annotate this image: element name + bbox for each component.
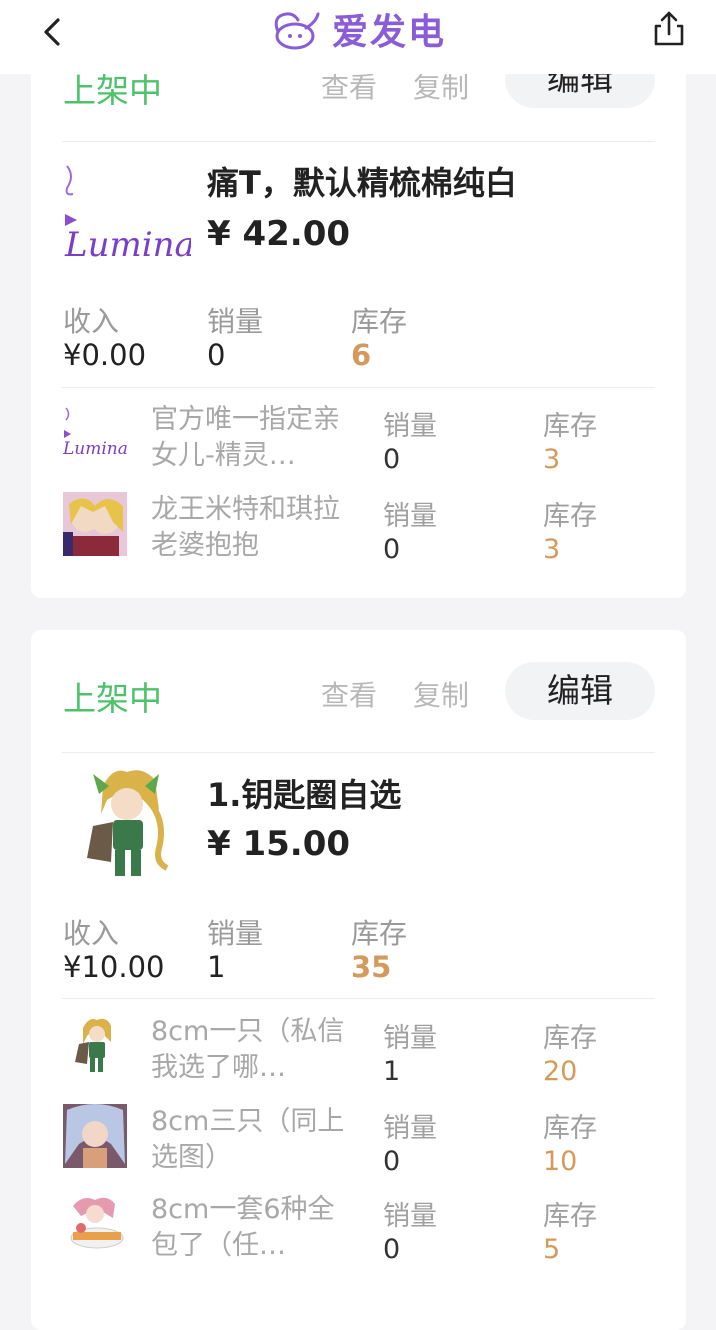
variant-thumbnail — [63, 1192, 127, 1256]
variant-stock-value: 3 — [543, 444, 561, 475]
variant-thumbnail — [63, 1014, 127, 1078]
variant-sales-label: 销量 — [383, 1023, 437, 1054]
variant-stock-label: 库存 — [543, 1023, 597, 1054]
variant-name: 龙王米特和琪拉老婆抱抱 — [151, 494, 340, 561]
variant-sales-value: 0 — [383, 1146, 401, 1177]
brand-logo: 爱发电 — [268, 6, 447, 53]
variant-sales-value: 0 — [383, 534, 401, 565]
variant-stock-label: 库存 — [543, 1113, 597, 1144]
sales-label: 销量 — [207, 305, 264, 338]
variant-sales-label: 销量 — [383, 1201, 437, 1232]
divider — [62, 387, 655, 388]
variant-sales-value: 1 — [383, 1056, 401, 1087]
income-value: ¥10.00 — [63, 950, 165, 984]
variant-sales-label: 销量 — [383, 411, 437, 442]
edit-button[interactable]: 编辑 — [505, 662, 655, 720]
brand-mascot-icon — [274, 12, 320, 50]
variant-stock-label: 库存 — [543, 501, 597, 532]
stock-label: 库存 — [351, 917, 408, 950]
variant-stock-label: 库存 — [543, 411, 597, 442]
stock-value: 6 — [351, 338, 372, 372]
variant-sales-label: 销量 — [383, 1113, 437, 1144]
brand-name: 爱发电 — [332, 12, 447, 53]
variant-stock-value: 10 — [543, 1146, 578, 1177]
variant-stock-value: 5 — [543, 1234, 561, 1265]
product-card: 上架中 查看 复制 编辑 1.钥匙圈自选 ¥ 15.00 收入 销量 库存 ¥1… — [31, 630, 686, 1330]
svg-text:Lumina: Lumina — [63, 439, 127, 459]
product-thumbnail-logo: Lumina — [64, 225, 191, 265]
income-label: 收入 — [63, 305, 120, 338]
product-thumbnail[interactable] — [63, 766, 191, 882]
variant-sales-value: 0 — [383, 1234, 401, 1265]
copy-button[interactable]: 复制 — [413, 674, 469, 714]
divider — [62, 141, 655, 142]
divider — [62, 998, 655, 999]
product-name: 1.钥匙圈自选 — [207, 776, 402, 814]
sales-value: 1 — [207, 950, 226, 984]
variant-stock-value: 3 — [543, 534, 561, 565]
share-icon[interactable] — [648, 8, 690, 50]
variant-stock-label: 库存 — [543, 1201, 597, 1232]
income-value: ¥0.00 — [63, 338, 147, 372]
product-card: 上架中 查看 复制 编辑 Lumina 痛T，默认精梳棉纯白 ¥ 42.00 收… — [31, 20, 686, 598]
variant-thumbnail — [63, 1104, 127, 1168]
variant-sales-value: 0 — [383, 444, 401, 475]
variant-thumbnail: Lumina — [63, 402, 127, 466]
sales-value: 0 — [207, 338, 226, 372]
variant-sales-label: 销量 — [383, 501, 437, 532]
product-name: 痛T，默认精梳棉纯白 — [207, 164, 517, 202]
variant-name: 8cm一只（私信我选了哪… — [151, 1016, 345, 1083]
variant-thumbnail — [63, 492, 127, 556]
variant-name: 官方唯一指定亲女儿-精灵… — [151, 404, 340, 471]
variant-name: 8cm一套6种全包了（任… — [151, 1194, 335, 1261]
chevron-left-icon[interactable] — [34, 12, 74, 52]
stock-label: 库存 — [351, 305, 408, 338]
status-label: 上架中 — [63, 679, 162, 718]
divider — [62, 752, 655, 753]
top-bar: 爱发电 — [0, 0, 716, 74]
variant-name: 8cm三只（同上选图） — [151, 1106, 345, 1173]
product-thumbnail[interactable]: Lumina — [63, 156, 191, 272]
income-label: 收入 — [63, 917, 120, 950]
view-button[interactable]: 查看 — [321, 674, 377, 714]
sales-label: 销量 — [207, 917, 264, 950]
product-price: ¥ 15.00 — [207, 824, 351, 864]
stock-value: 35 — [351, 950, 392, 984]
variant-stock-value: 20 — [543, 1056, 578, 1087]
product-price: ¥ 42.00 — [207, 214, 351, 254]
